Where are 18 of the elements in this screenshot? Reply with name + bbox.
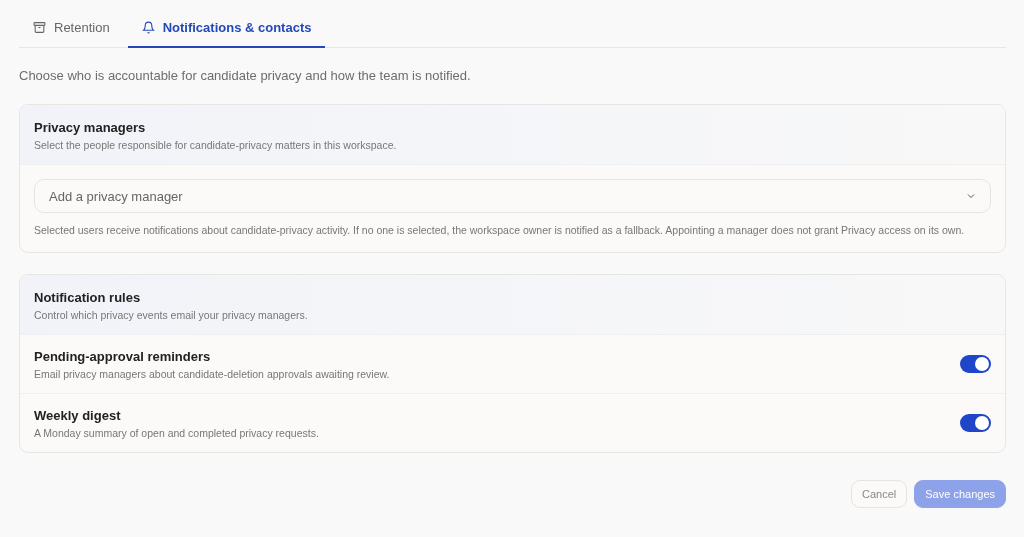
toggle-switch[interactable]: [960, 414, 991, 433]
section-subtitle: Select the people responsible for candidate-privacy matters in this workspace.: [34, 139, 398, 151]
manager-select[interactable]: Add a privacy manager: [34, 179, 991, 213]
rule-label: Weekly digest: [34, 407, 122, 423]
toggle-switch[interactable]: [960, 355, 991, 374]
section-title: Notification rules: [34, 289, 142, 305]
section-title: Privacy managers: [34, 120, 147, 135]
intro-text: Choose who is accountable for candidate privacy and how the team is notified.: [19, 68, 472, 83]
bell-icon: [141, 21, 155, 34]
tab[interactable]: Notifications & contacts: [127, 10, 326, 48]
archive-icon: [33, 21, 46, 34]
section-subtitle: Control which privacy events email your privacy managers.: [34, 308, 309, 321]
cancel-button[interactable]: Cancel: [851, 479, 908, 508]
tab[interactable]: Retention: [19, 10, 124, 48]
rule-description: Email privacy managers about candidate-deletion approvals awaiting review.: [34, 367, 390, 380]
rule-description: A Monday summary of open and completed privacy requests.: [34, 426, 319, 439]
rule-label: Pending-approval reminders: [34, 348, 212, 364]
help-text: Selected users receive notifications about candidate-privacy activity. If no one is selected, the workspace owner is notified as a fallback. Appointing a manager does not grant Privacy access on its own.: [34, 223, 966, 238]
